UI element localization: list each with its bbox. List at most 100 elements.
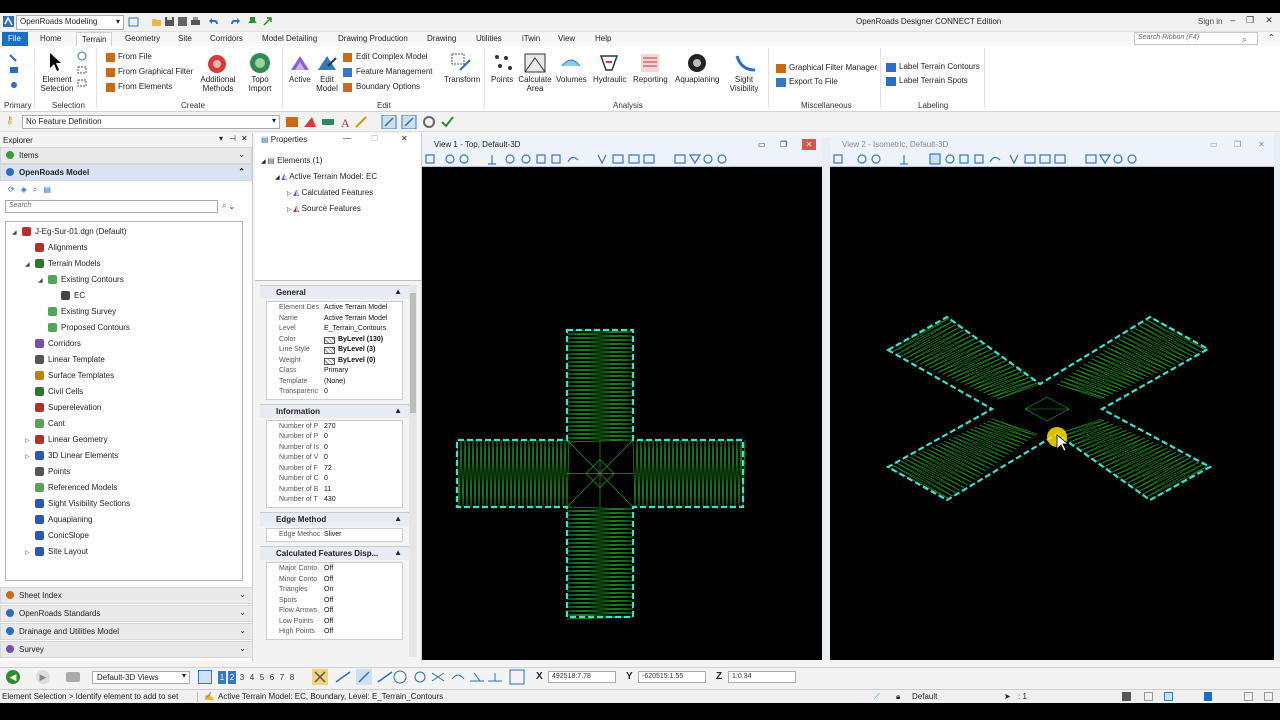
property-row[interactable]: Flow Arrows Off [267, 606, 402, 617]
explorer-menu-icon[interactable]: ▾ [219, 134, 223, 143]
label-terrain-contours-button[interactable]: Label Terrain Contours [899, 62, 980, 71]
source-features-node[interactable]: ▷ ◭ Source Features [255, 201, 421, 217]
chevron-down-icon[interactable]: ⌄ [239, 608, 246, 617]
tab-model-detailing[interactable]: Model Detailing [262, 32, 317, 46]
layout-icon[interactable] [1244, 692, 1253, 701]
search-icon[interactable]: ⌕ [1242, 34, 1247, 45]
settings-icon[interactable] [1264, 692, 1273, 701]
feature-tools-icons[interactable]: A [286, 115, 456, 129]
accudraw-icon[interactable]: ⟋ [874, 690, 880, 704]
property-row[interactable]: Line Style ByLevel (3) [267, 345, 402, 356]
view1-restore-icon[interactable]: ❐ [780, 138, 787, 152]
edit-complex-model-button[interactable]: Edit Complex Model [356, 52, 428, 61]
from-file-button[interactable]: From File [118, 52, 152, 61]
property-row[interactable]: Number of P 270 [267, 422, 402, 433]
view-number-button[interactable]: 4 [248, 671, 256, 684]
sign-in-link[interactable]: Sign in [1198, 17, 1222, 26]
explorer-section[interactable]: Sheet Index ⌄ [0, 587, 253, 604]
chevron-down-icon[interactable]: ⌄ [238, 150, 245, 159]
element-selection-icon[interactable] [48, 52, 64, 72]
tab-drawing[interactable]: Drawing [427, 32, 456, 46]
explorer-close-icon[interactable]: ✕ [241, 134, 248, 143]
property-group-header[interactable]: General ▲ [260, 285, 409, 299]
view2-minimize-icon[interactable]: ▭ [1210, 138, 1218, 152]
tab-corridors[interactable]: Corridors [210, 32, 243, 46]
elements-node[interactable]: ◢ ▤ Elements (1) [255, 153, 421, 169]
scrollbar-thumb[interactable] [410, 293, 416, 413]
workspace-combo[interactable]: OpenRoads Modeling [16, 15, 124, 30]
refresh-icon[interactable]: ⟳ [8, 185, 15, 194]
points-button[interactable]: Points [491, 75, 513, 84]
tab-site[interactable]: Site [178, 32, 192, 46]
explorer-section-openroads-model[interactable]: OpenRoads Model ⌃ [0, 164, 252, 181]
chevron-up-icon[interactable]: ⌃ [238, 167, 245, 176]
pin-icon[interactable] [247, 16, 258, 27]
additional-methods-button[interactable]: Additional Methods [198, 75, 238, 93]
property-row[interactable]: Minor Conto Off [267, 575, 402, 586]
view1-toolbar[interactable] [422, 152, 822, 167]
export-to-file-button[interactable]: Export To File [789, 77, 838, 86]
open-icon[interactable] [151, 16, 162, 27]
back-icon[interactable]: ◀ [6, 670, 20, 684]
explorer-section[interactable]: Drainage and Utilities Model ⌄ [0, 623, 253, 640]
collapse-ribbon-icon[interactable]: ⌃ [1268, 33, 1275, 42]
from-graphical-filter-button[interactable]: From Graphical Filter [118, 67, 193, 76]
property-row[interactable]: Level E_Terrain_Contours [267, 324, 402, 335]
document-icon[interactable] [1144, 692, 1153, 701]
close-button[interactable]: ✕ [1262, 15, 1276, 29]
expand-toggle-icon[interactable]: ◢ [25, 257, 35, 273]
explorer-search-input[interactable]: Search [5, 199, 218, 213]
explorer-section-items[interactable]: Items ⌄ [0, 147, 252, 164]
forward-icon[interactable]: ▶ [36, 670, 50, 684]
collapse-icon[interactable]: ▲ [394, 287, 402, 296]
view-number-button[interactable]: 6 [268, 671, 276, 684]
tree-item[interactable]: Alignments [6, 240, 242, 256]
expand-toggle-icon[interactable]: ▷ [25, 449, 35, 465]
tree-item[interactable]: Referenced Models [6, 480, 242, 496]
property-row[interactable]: Major Conto Off [267, 564, 402, 575]
property-row[interactable]: Number of T 430 [267, 495, 402, 506]
element-selection-button[interactable]: Element Selection [40, 75, 74, 93]
transform-button[interactable]: Transform [444, 75, 480, 84]
tree-item[interactable]: EC [6, 288, 242, 304]
view1-minimize-icon[interactable]: ▭ [758, 138, 766, 152]
active-level[interactable]: Default [912, 690, 937, 704]
share-icon[interactable] [262, 16, 273, 27]
ribbon-search-input[interactable]: Search Ribbon (F4) [1134, 32, 1258, 45]
expand-toggle-icon[interactable]: ▷ [25, 545, 35, 561]
calculate-area-button[interactable]: Calculate Area [518, 75, 552, 93]
tab-drawing-production[interactable]: Drawing Production [338, 32, 408, 46]
view-group-chevron-icon[interactable]: ▾ [182, 671, 186, 680]
view-window-icon[interactable] [66, 672, 80, 682]
tree-item[interactable]: Proposed Contours [6, 320, 242, 336]
property-row[interactable]: Triangles On [267, 585, 402, 596]
tab-file[interactable]: File [2, 32, 28, 46]
properties-restore-icon[interactable]: ☐ [371, 134, 378, 143]
options-icon[interactable]: ▤ [43, 185, 51, 194]
view-number-button[interactable]: 5 [258, 671, 266, 684]
chevron-down-icon[interactable]: ⌄ [228, 202, 235, 211]
workflow-icon[interactable] [128, 16, 139, 27]
tree-item[interactable]: ◢ Terrain Models [6, 256, 242, 272]
view-toggle-icon[interactable] [198, 670, 212, 684]
tab-utilities[interactable]: Utilities [476, 32, 502, 46]
redo-icon[interactable] [229, 16, 240, 27]
tree-item[interactable]: Sight Visibility Sections [6, 496, 242, 512]
property-row[interactable]: Spots Off [267, 596, 402, 607]
cloud-icon[interactable] [1164, 692, 1173, 701]
view1-close-icon[interactable]: ✕ [802, 139, 816, 150]
hydraulic-button[interactable]: Hydraulic [593, 75, 626, 84]
tree-item[interactable]: Civil Cells [6, 384, 242, 400]
minimize-button[interactable]: – [1226, 15, 1240, 29]
tree-item[interactable]: ▷ 3D Linear Elements [6, 448, 242, 464]
properties-close-icon[interactable]: ✕ [401, 134, 408, 143]
primary-tools-icon[interactable] [8, 51, 22, 91]
property-row[interactable]: Number of C 0 [267, 474, 402, 485]
tree-item[interactable]: ConicSlope [6, 528, 242, 544]
property-group-header[interactable]: Calculated Features Disp... ▲ [260, 546, 409, 560]
expand-toggle-icon[interactable]: ◢ [12, 225, 22, 241]
view-splitter[interactable] [822, 138, 830, 660]
tree-item[interactable]: Superelevation [6, 400, 242, 416]
save-status-icon[interactable] [1122, 692, 1131, 701]
view-2[interactable]: View 2 - Isometric, Default-3D ▭ ❐ ✕ [830, 138, 1274, 660]
